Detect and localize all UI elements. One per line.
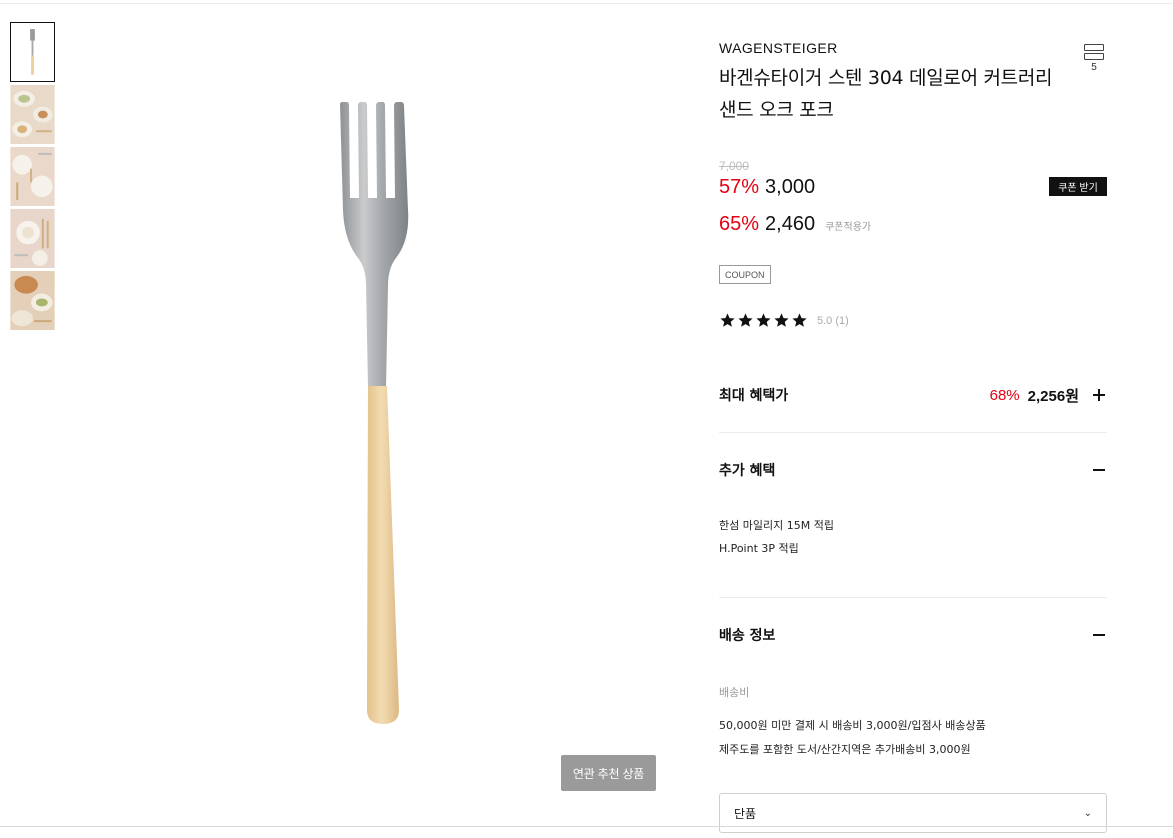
related-products-button[interactable]: 연관 추천 상품: [561, 755, 656, 791]
shipping-info-label: 배송 정보: [719, 628, 776, 644]
benefit-item: H.Point 3P 적립: [719, 542, 799, 555]
benefit-item: 한섬 마일리지 15M 적립: [719, 519, 834, 532]
brand-name[interactable]: WAGENSTEIGER: [719, 40, 1107, 60]
coupon-price-label: 쿠폰적용가: [825, 222, 872, 233]
shipping-line: 50,000원 미만 결제 시 배송비 3,000원/입점사 배송상품: [719, 719, 986, 732]
thumbnail-list: [10, 22, 55, 333]
get-coupon-button[interactable]: 쿠폰 받기: [1049, 177, 1107, 196]
thumbnail-3[interactable]: [10, 147, 55, 206]
sale-price: 3,000: [765, 176, 816, 198]
plus-icon[interactable]: [1091, 387, 1107, 403]
sale-percent: 57%: [719, 176, 760, 198]
star-rating: [719, 312, 808, 329]
max-benefit-label: 최대 혜택가: [719, 388, 789, 404]
product-title: 바겐슈타이거 스텐 304 데일로어 커트러리 샌드 오크 포크: [719, 67, 1053, 121]
chevron-down-icon: ⌄: [1083, 807, 1092, 819]
shipping-line: 제주도를 포함한 도서/산간지역은 추가배송비 3,000원: [719, 743, 971, 756]
sale-price-row: 57% 3,000: [719, 176, 815, 199]
share-button[interactable]: 5: [1083, 44, 1105, 73]
thumbnail-2[interactable]: [10, 85, 55, 144]
shipping-info-row[interactable]: 배송 정보: [719, 624, 1107, 646]
share-icon: [1084, 44, 1104, 51]
star-icon: [792, 313, 807, 327]
thumbnail-1[interactable]: [10, 22, 55, 82]
rating-text: 5.0 (1): [817, 314, 849, 327]
minus-icon[interactable]: [1091, 627, 1107, 643]
coupon-percent: 65%: [719, 213, 760, 235]
star-icon: [774, 313, 789, 327]
fork-thumbnail-image: [11, 23, 54, 81]
minus-icon[interactable]: [1091, 462, 1107, 478]
table-setting-image: [10, 209, 55, 268]
top-divider: [0, 3, 1173, 4]
star-icon: [738, 313, 753, 327]
extra-benefit-label: 추가 혜택: [719, 463, 776, 479]
share-icon-bottom: [1084, 53, 1104, 60]
main-product-image: [300, 90, 470, 740]
table-setting-image: [10, 85, 55, 144]
shipping-fee-label: 배송비: [719, 686, 750, 699]
max-benefit-value: 68% 2,256원: [990, 385, 1107, 406]
extra-benefit-row[interactable]: 추가 혜택: [719, 459, 1107, 481]
original-price: 7,000: [719, 159, 750, 173]
bottom-divider: [0, 826, 1173, 827]
max-benefit-percent: 68%: [989, 386, 1020, 404]
share-count: 5: [1091, 62, 1097, 73]
coupon-price: 2,460: [765, 213, 816, 235]
max-benefit-row[interactable]: 최대 혜택가 68% 2,256원: [719, 384, 1107, 406]
thumbnail-4[interactable]: [10, 209, 55, 268]
star-icon: [756, 313, 771, 327]
divider: [719, 432, 1107, 433]
table-setting-image: [10, 271, 55, 330]
thumbnail-5[interactable]: [10, 271, 55, 330]
divider: [719, 597, 1107, 598]
fork-image: [340, 102, 409, 724]
table-setting-image: [10, 147, 55, 206]
rating[interactable]: 5.0 (1): [719, 312, 849, 329]
coupon-price-row: 65% 2,460 쿠폰적용가: [719, 213, 871, 236]
max-benefit-price: 2,256원: [1027, 387, 1079, 405]
star-icon: [720, 313, 735, 327]
product-info: WAGENSTEIGER 바겐슈타이거 스텐 304 데일로어 커트러리 샌드 …: [719, 40, 1107, 126]
coupon-badge: COUPON: [719, 265, 771, 284]
option-select[interactable]: 단품 ⌄: [719, 793, 1107, 833]
option-select-value: 단품: [734, 806, 757, 821]
